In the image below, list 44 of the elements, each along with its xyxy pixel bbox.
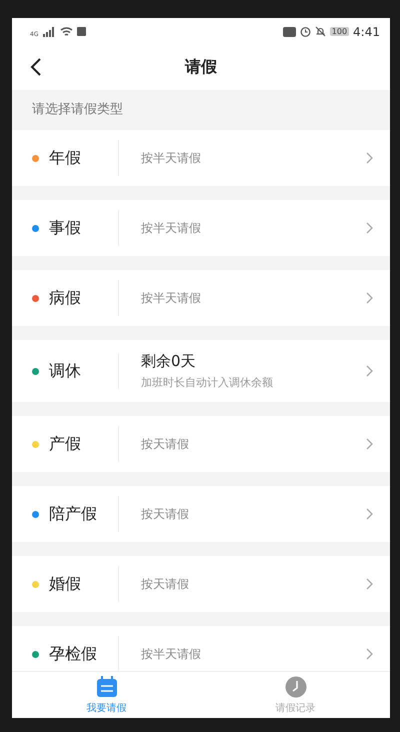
leave-type-name: 调休 bbox=[49, 360, 81, 382]
calendar-icon bbox=[96, 676, 118, 698]
leave-note: 按半天请假 bbox=[141, 646, 202, 662]
chevron-right-icon bbox=[366, 438, 374, 450]
leave-note: 按天请假 bbox=[141, 576, 190, 592]
leave-note: 按天请假 bbox=[141, 506, 190, 522]
status-time: 4:41 bbox=[353, 24, 380, 38]
leave-note: 按半天请假 bbox=[141, 150, 202, 166]
leave-type-name: 婚假 bbox=[49, 574, 81, 594]
chevron-right-icon bbox=[366, 365, 374, 377]
leave-type-name: 事假 bbox=[49, 218, 81, 238]
leave-type-name: 年假 bbox=[49, 148, 81, 168]
wifi-icon bbox=[60, 26, 74, 36]
chevron-right-icon bbox=[366, 648, 374, 660]
section-header: 请选择请假类型 bbox=[31, 101, 124, 119]
mute-bell-icon bbox=[314, 26, 326, 37]
leave-note: 按半天请假 bbox=[141, 290, 202, 306]
leave-type-name: 产假 bbox=[49, 434, 81, 454]
chevron-right-icon bbox=[366, 222, 374, 234]
leave-type-row[interactable]: 调休 剩余0天 加班时长自动计入调休余额 bbox=[12, 340, 390, 402]
leave-type-row[interactable]: 事假 按半天请假 bbox=[12, 200, 390, 256]
leave-type-row[interactable]: 陪产假 按天请假 bbox=[12, 486, 390, 542]
leave-note: 按天请假 bbox=[141, 436, 190, 452]
chevron-right-icon bbox=[366, 508, 374, 520]
square-icon bbox=[77, 27, 86, 36]
leave-type-name: 陪产假 bbox=[49, 504, 97, 524]
chevron-right-icon bbox=[366, 292, 374, 304]
alarm-icon bbox=[300, 26, 311, 37]
leave-type-row[interactable]: 孕检假 按半天请假 bbox=[12, 626, 390, 671]
signal-icon bbox=[42, 26, 56, 36]
clock-icon bbox=[284, 676, 306, 698]
leave-type-name: 孕检假 bbox=[49, 644, 97, 664]
battery-level: 100 bbox=[330, 27, 350, 36]
leave-type-row[interactable]: 病假 按半天请假 bbox=[12, 270, 390, 326]
leave-type-name: 病假 bbox=[49, 288, 81, 308]
leave-type-row[interactable]: 年假 按半天请假 bbox=[12, 130, 390, 186]
chevron-right-icon bbox=[366, 152, 374, 164]
leave-type-row[interactable]: 婚假 按天请假 bbox=[12, 556, 390, 612]
leave-note: 按半天请假 bbox=[141, 220, 202, 236]
page-title: 请假 bbox=[185, 57, 217, 78]
leave-type-row[interactable]: 产假 按天请假 bbox=[12, 416, 390, 472]
leave-note: 加班时长自动计入调休余额 bbox=[141, 375, 274, 390]
balance-text: 剩余0天 bbox=[141, 352, 197, 371]
chevron-right-icon bbox=[366, 578, 374, 590]
